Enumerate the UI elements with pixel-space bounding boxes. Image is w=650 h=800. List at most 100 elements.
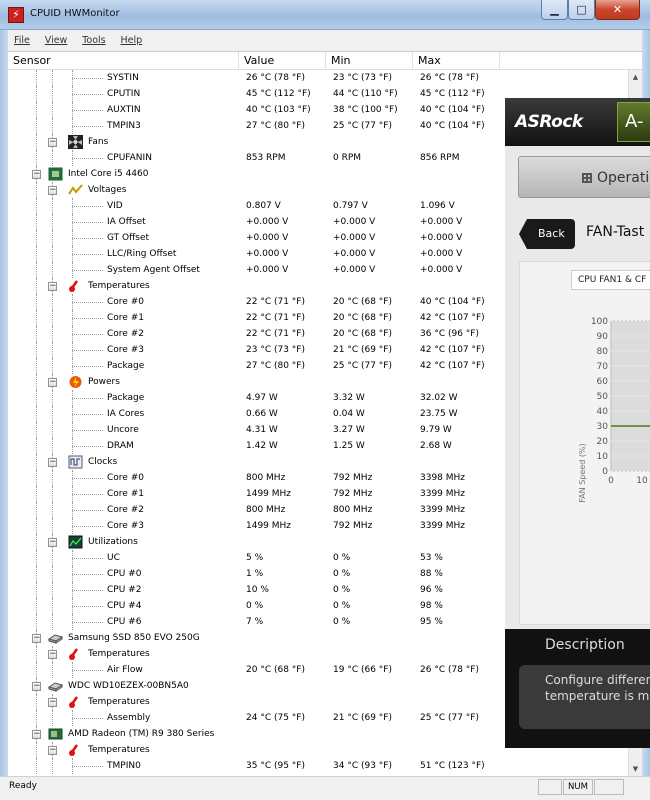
sensor-max: 53 %	[420, 553, 443, 563]
sensor-max: +0.000 V	[420, 233, 463, 243]
status-text: Ready	[9, 781, 37, 791]
tree-guide-line	[36, 150, 37, 166]
tree-branch-line	[72, 494, 103, 495]
collapse-toggle[interactable]: −	[32, 730, 41, 739]
tree-branch-line	[72, 366, 103, 367]
tree-guide-line	[36, 582, 37, 598]
sensor-max: +0.000 V	[420, 217, 463, 227]
collapse-toggle[interactable]: −	[48, 458, 57, 467]
back-button[interactable]: Back	[519, 219, 575, 249]
fan-curve-chart: 01020304050607080901000 10 FAN Speed (%)	[578, 317, 650, 503]
asrock-top-tab[interactable]: A-	[617, 102, 650, 142]
close-button[interactable]: ✕	[595, 0, 640, 20]
collapse-toggle[interactable]: −	[48, 282, 57, 291]
group-label: Clocks	[88, 457, 118, 467]
sensor-label: Air Flow	[107, 665, 143, 675]
sensor-value: 26 °C (78 °F)	[246, 73, 305, 83]
tree-guide-line	[36, 406, 37, 422]
sensor-row[interactable]: TMPIN0 35 °C (95 °F) 34 °C (93 °F) 51 °C (1…	[8, 758, 628, 774]
tree-guide-line	[36, 502, 37, 518]
tree-branch-line	[72, 526, 103, 527]
tree-guide-line	[52, 582, 53, 598]
tree-guide-line	[52, 70, 53, 86]
sensor-min: +0.000 V	[333, 217, 376, 227]
status-bar: Ready NUM	[0, 776, 650, 800]
menu-help[interactable]: Help	[114, 31, 148, 50]
group-label: Utilizations	[88, 537, 138, 547]
collapse-toggle[interactable]: −	[48, 138, 57, 147]
sensor-label: IA Offset	[107, 217, 146, 227]
menu-file[interactable]: File	[8, 31, 36, 50]
tree-guide-line	[36, 118, 37, 134]
menu-tools[interactable]: Tools	[76, 31, 111, 50]
tree-guide-line	[52, 518, 53, 534]
minimize-button[interactable]: ▁	[541, 0, 568, 20]
sensor-label: TMPIN3	[107, 121, 141, 131]
title-bar[interactable]: ⚡ CPUID HWMonitor ▁ □ ✕	[0, 0, 650, 30]
gpu-card-icon	[48, 727, 63, 741]
column-value[interactable]: Value	[239, 52, 326, 70]
sensor-min: 25 °C (77 °F)	[333, 121, 392, 131]
x-tick-label: 0	[608, 476, 614, 486]
tree-guide-line	[36, 390, 37, 406]
y-tick-label: 40	[597, 407, 609, 417]
sensor-max: 26 °C (78 °F)	[420, 665, 479, 675]
sensor-value: 4.31 W	[246, 425, 278, 435]
sensor-max: 45 °C (112 °F)	[420, 89, 485, 99]
maximize-button[interactable]: □	[568, 0, 595, 20]
menu-view[interactable]: View	[39, 31, 74, 50]
sensor-label: VID	[107, 201, 123, 211]
tree-branch-line	[72, 414, 103, 415]
tree-guide-line	[52, 118, 53, 134]
tree-guide-line	[52, 102, 53, 118]
tree-branch-line	[72, 270, 103, 271]
sensor-min: +0.000 V	[333, 265, 376, 275]
sensor-min: 20 °C (68 °F)	[333, 313, 392, 323]
column-max[interactable]: Max	[413, 52, 500, 70]
sensor-max: 88 %	[420, 569, 443, 579]
scroll-up-arrow[interactable]: ▲	[629, 70, 642, 84]
collapse-toggle[interactable]: −	[32, 634, 41, 643]
sensor-label: Package	[107, 393, 145, 403]
collapse-toggle[interactable]: −	[32, 170, 41, 179]
sensor-value: 853 RPM	[246, 153, 286, 163]
sensor-min: 21 °C (69 °F)	[333, 345, 392, 355]
sensor-min: 23 °C (73 °F)	[333, 73, 392, 83]
tree-branch-line	[72, 558, 103, 559]
tree-branch-line	[72, 238, 103, 239]
collapse-toggle[interactable]: −	[48, 698, 57, 707]
fan-select-dropdown[interactable]: CPU FAN1 & CF	[571, 270, 650, 290]
collapse-toggle[interactable]: −	[48, 186, 57, 195]
drive-icon	[47, 679, 64, 693]
y-tick-label: 70	[597, 362, 609, 372]
scroll-down-arrow[interactable]: ▼	[629, 762, 642, 776]
tree-guide-line	[52, 550, 53, 566]
sensor-label: Package	[107, 361, 145, 371]
tree-guide-line	[52, 246, 53, 262]
sensor-row[interactable]: SYSTIN 26 °C (78 °F) 23 °C (73 °F) 26 °C (7…	[8, 70, 628, 86]
column-min[interactable]: Min	[326, 52, 413, 70]
sensor-value: 1499 MHz	[246, 521, 292, 531]
sensor-max: 3399 MHz	[420, 489, 466, 499]
collapse-toggle[interactable]: −	[32, 682, 41, 691]
tree-guide-line	[52, 566, 53, 582]
tree-guide-line	[36, 486, 37, 502]
sensor-value: +0.000 V	[246, 233, 289, 243]
power-icon	[68, 375, 83, 389]
collapse-toggle[interactable]: −	[48, 746, 57, 755]
sensor-label: GT Offset	[107, 233, 150, 243]
sensor-value: 1.42 W	[246, 441, 278, 451]
sensor-value: 22 °C (71 °F)	[246, 329, 305, 339]
fan-tasting-title: FAN-Tast	[586, 224, 645, 240]
sensor-value: 800 MHz	[246, 505, 286, 515]
collapse-toggle[interactable]: −	[48, 538, 57, 547]
tree-guide-line	[52, 502, 53, 518]
column-sensor[interactable]: Sensor	[8, 52, 239, 70]
sensor-max: 42 °C (107 °F)	[420, 345, 485, 355]
collapse-toggle[interactable]: −	[48, 650, 57, 659]
sensor-value: +0.000 V	[246, 217, 289, 227]
thermometer-icon	[68, 743, 83, 757]
collapse-toggle[interactable]: −	[48, 378, 57, 387]
sensor-label: Core #0	[107, 297, 144, 307]
tree-guide-line	[36, 454, 37, 470]
